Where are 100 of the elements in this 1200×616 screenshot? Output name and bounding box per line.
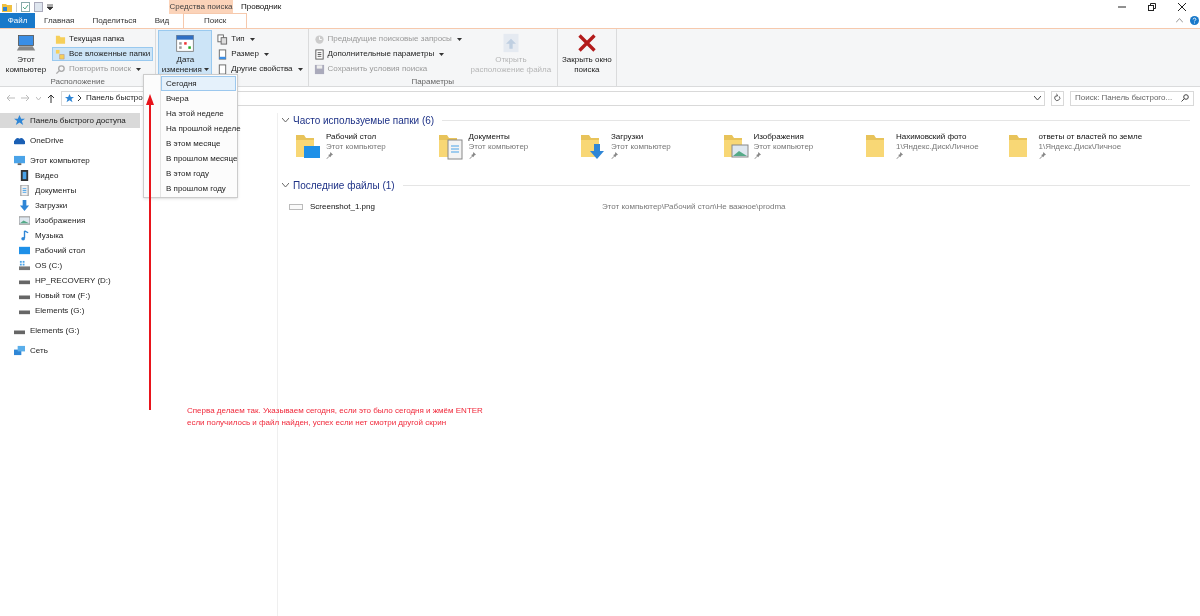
address-path: Панель быстро	[86, 92, 143, 104]
properties-icon[interactable]	[21, 2, 30, 12]
folder-icon	[721, 132, 750, 160]
section-header[interactable]: Последние файлы (1)	[293, 177, 395, 193]
sidebar-item[interactable]: Видео	[0, 168, 65, 183]
sidebar-item[interactable]: Панель быстрого доступа	[0, 113, 140, 128]
ribbon-button[interactable]: Закрыть окно поиска	[559, 30, 614, 77]
dropdown-icon[interactable]	[47, 4, 53, 10]
folders-icon	[55, 48, 66, 60]
sidebar-item[interactable]: Музыка	[0, 228, 70, 243]
desktop-icon	[19, 245, 30, 256]
ribbon-button[interactable]: Другие свойства	[214, 62, 306, 76]
sidebar-item[interactable]: Документы	[0, 183, 83, 198]
group-label: Параметры	[410, 76, 456, 87]
download-icon	[19, 200, 30, 211]
sidebar-item[interactable]: Рабочий стол	[0, 243, 92, 258]
pin-icon	[326, 152, 333, 159]
folder-icon	[436, 132, 465, 160]
menu-item[interactable]: В прошлом году	[161, 181, 236, 196]
folder-icon	[2, 2, 12, 12]
dropdown-icon[interactable]	[1034, 95, 1041, 101]
search-icon[interactable]	[1181, 94, 1189, 102]
drive-icon	[19, 260, 30, 271]
sidebar-item[interactable]: Новый том (F:)	[0, 288, 97, 303]
close-icon[interactable]	[1178, 3, 1186, 11]
annotation-text: если получилось и файл найден, успех если нет смотри другой скрин	[187, 417, 448, 429]
ribbon-button[interactable]: Дополнительные параметры	[310, 47, 465, 61]
minimize-icon[interactable]	[1118, 3, 1126, 11]
picture-icon	[19, 215, 30, 226]
menu-item[interactable]: В этом месяце	[161, 136, 236, 151]
pin-icon	[896, 152, 903, 159]
chevron-right-icon	[78, 95, 82, 101]
close-icon	[576, 33, 597, 53]
folder-name[interactable]: Загрузки	[611, 132, 671, 142]
ribbon-tab[interactable]: Главная	[35, 13, 84, 28]
collapse-icon[interactable]	[1176, 18, 1183, 23]
calendar-icon	[175, 33, 196, 53]
menu-item[interactable]: В этом году	[161, 166, 236, 181]
folder-name[interactable]: ответы от властей по земле	[1038, 132, 1143, 142]
help-icon[interactable]	[1190, 16, 1199, 25]
file-name[interactable]: Screenshot_1.png	[310, 201, 602, 213]
ribbon-button[interactable]: Размер	[214, 47, 306, 61]
pin-icon	[611, 152, 618, 159]
document-icon	[313, 48, 325, 60]
folder-icon	[294, 132, 322, 160]
computer-icon	[14, 155, 25, 166]
ribbon-tab[interactable]: Вид	[145, 13, 179, 28]
refresh-icon[interactable]	[1051, 90, 1064, 106]
folder-name[interactable]: Нахимовский фото	[896, 132, 979, 142]
folder-location: 1\Яндекс.Диск\Личное	[1038, 142, 1123, 152]
ribbon-button[interactable]: Все вложенные папки	[52, 47, 154, 61]
context-tab-header: Средства поиска	[169, 0, 233, 14]
sidebar-item[interactable]: Elements (G:)	[0, 323, 86, 338]
ribbon-tab[interactable]: Файл	[0, 13, 35, 28]
group-label: Расположение	[49, 76, 106, 87]
sidebar-item[interactable]: OneDrive	[0, 133, 70, 148]
files-icon	[217, 33, 229, 45]
sidebar-item[interactable]: HP_RECOVERY (D:)	[0, 273, 117, 288]
file-icon	[217, 48, 229, 60]
sidebar-item[interactable]: Загрузки	[0, 198, 74, 213]
ribbon-button[interactable]: Этот компьютер	[2, 30, 50, 77]
document-icon	[19, 185, 30, 196]
up-icon[interactable]	[47, 93, 55, 103]
annotation-text: Сперва делаем так. Указываем сегодня, если это было сегодня и жмём ENTER	[187, 405, 483, 417]
music-note-icon	[19, 230, 30, 241]
network-icon	[14, 345, 25, 356]
sidebar-item[interactable]: OS (C:)	[0, 258, 69, 273]
window-title: Проводник	[241, 1, 282, 13]
sidebar-item[interactable]: Elements (G:)	[0, 303, 91, 318]
clock-icon	[313, 33, 325, 45]
ribbon-tab[interactable]: Поделиться	[83, 13, 146, 28]
folder-location: 1\Яндекс.Диск\Личное	[896, 142, 979, 152]
search-field[interactable]: Поиск: Панель быстрого...	[1070, 90, 1194, 106]
sidebar-item[interactable]: Сеть	[0, 343, 54, 358]
image-file-icon	[289, 204, 303, 210]
ribbon-button[interactable]: Дата изменения	[158, 30, 213, 77]
ribbon-button[interactable]: Тип	[214, 32, 306, 46]
restore-icon[interactable]	[1148, 3, 1156, 11]
sidebar-item[interactable]: Этот компьютер	[0, 153, 96, 168]
cloud-icon	[14, 135, 25, 146]
menu-item[interactable]: Сегодня	[161, 76, 236, 91]
folder-name[interactable]: Изображения	[753, 132, 814, 142]
ribbon-button[interactable]: Текущая папка	[52, 32, 154, 46]
folder-location: Этот компьютер	[611, 142, 671, 152]
save-icon	[313, 63, 325, 75]
chevron-icon[interactable]	[282, 182, 289, 188]
menu-item[interactable]: На этой неделе	[161, 106, 236, 121]
folder-location: Этот компьютер	[326, 142, 386, 152]
star-icon	[65, 93, 74, 103]
chevron-icon[interactable]	[282, 117, 289, 123]
star-icon	[14, 115, 25, 126]
menu-item[interactable]: В прошлом месяце	[161, 151, 236, 166]
folder-name[interactable]: Документы	[468, 132, 529, 142]
section-header[interactable]: Часто используемые папки (6)	[293, 112, 435, 128]
folder-location: Этот компьютер	[468, 142, 529, 152]
ribbon-tab[interactable]: Поиск	[183, 13, 248, 28]
sidebar-item[interactable]: Изображения	[0, 213, 92, 228]
menu-item[interactable]: Вчера	[161, 91, 236, 106]
folder-location: Этот компьютер	[753, 142, 814, 152]
folder-name[interactable]: Рабочий стол	[326, 132, 386, 142]
